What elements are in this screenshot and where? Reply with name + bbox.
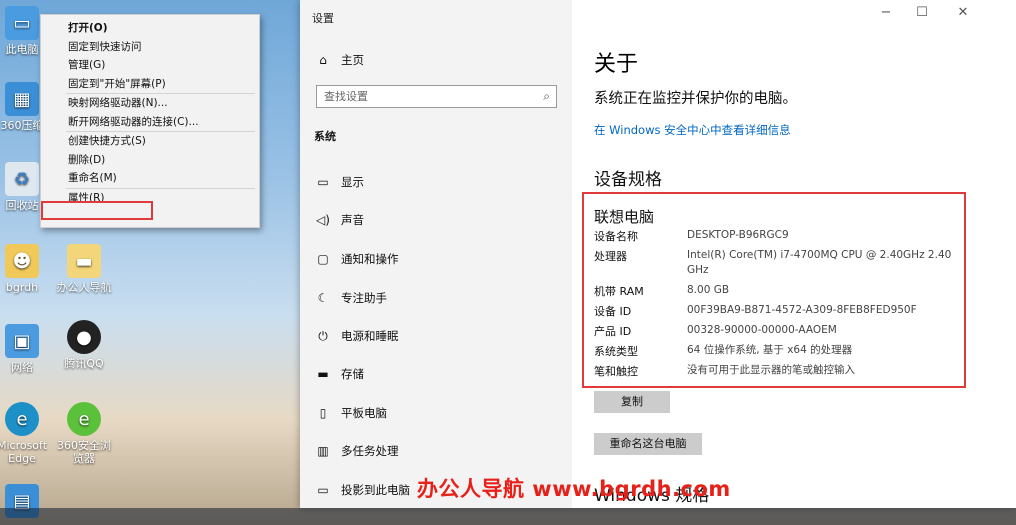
project-icon: ▭ <box>317 483 329 497</box>
tablet-icon: ▯ <box>319 406 327 420</box>
user-folder-icon: ☻ <box>5 244 39 278</box>
computer-icon: ▭ <box>5 6 39 40</box>
edge-icon: e <box>5 402 39 436</box>
nav-item-multitask[interactable]: ▥ 多任务处理 <box>314 441 399 461</box>
browser-icon: e <box>67 402 101 436</box>
search-placeholder: 查找设置 <box>324 90 368 103</box>
multitask-icon: ▥ <box>317 444 329 458</box>
recycle-bin-icon: ♻ <box>5 162 39 196</box>
nav-home[interactable]: ⌂ 主页 <box>314 50 364 70</box>
nav-item-label: 通知和操作 <box>341 252 399 266</box>
nav-item-label: 声音 <box>341 213 364 227</box>
taskbar <box>0 508 1016 525</box>
nav-item-label: 存储 <box>341 367 364 381</box>
nav-section-label: 系统 <box>314 130 336 143</box>
archive-icon: ▦ <box>5 82 39 116</box>
settings-nav-pane: 设置 ⌂ 主页 查找设置 ⌕ 系统 ▭ 显示 ◁) 声音 ▢ 通知和操作 ☾ 专… <box>300 0 572 508</box>
copy-button[interactable]: 复制 <box>594 391 670 413</box>
nav-item-sound[interactable]: ◁) 声音 <box>314 210 364 230</box>
menu-item-create-shortcut[interactable]: 创建快捷方式(S) <box>41 132 259 151</box>
nav-item-label: 电源和睡眠 <box>341 329 399 343</box>
minimize-icon: − <box>880 5 892 20</box>
nav-home-label: 主页 <box>341 53 364 67</box>
menu-item-open[interactable]: 打开(O) <box>41 19 259 38</box>
desktop-icon-folder[interactable]: ▬ 办公人导航 <box>52 244 116 294</box>
security-center-link[interactable]: 在 Windows 安全中心中查看详细信息 <box>594 122 791 138</box>
window-title: 设置 <box>312 12 334 25</box>
nav-item-tablet[interactable]: ▯ 平板电脑 <box>314 403 387 423</box>
close-button[interactable]: ✕ <box>948 5 978 20</box>
maximize-icon: ☐ <box>916 5 928 20</box>
network-icon: ▣ <box>5 324 39 358</box>
nav-item-label: 专注助手 <box>341 291 387 305</box>
properties-highlight-box <box>41 201 153 220</box>
moon-icon: ☾ <box>317 291 329 305</box>
nav-item-notifications[interactable]: ▢ 通知和操作 <box>314 249 399 269</box>
menu-item-delete[interactable]: 删除(D) <box>41 151 259 170</box>
menu-item-map-drive[interactable]: 映射网络驱动器(N)... <box>41 94 259 113</box>
nav-item-label: 多任务处理 <box>341 444 399 458</box>
nav-item-power[interactable]: ⏻ 电源和睡眠 <box>314 326 399 346</box>
qq-icon: ● <box>67 320 101 354</box>
display-icon: ▭ <box>317 175 329 189</box>
home-icon: ⌂ <box>319 53 327 67</box>
power-icon: ⏻ <box>318 329 328 343</box>
menu-item-pin-quick-access[interactable]: 固定到快速访问 <box>41 38 259 57</box>
nav-item-storage[interactable]: ▬ 存储 <box>314 364 364 384</box>
page-title: 关于 <box>594 52 639 77</box>
nav-item-focus[interactable]: ☾ 专注助手 <box>314 288 387 308</box>
nav-item-label: 投影到此电脑 <box>341 483 410 497</box>
search-input[interactable]: 查找设置 ⌕ <box>316 85 557 108</box>
search-icon: ⌕ <box>543 89 550 103</box>
minimize-button[interactable]: − <box>871 5 901 20</box>
folder-icon: ▬ <box>67 244 101 278</box>
speaker-icon: ◁) <box>316 213 330 227</box>
security-status: 系统正在监控并保护你的电脑。 <box>594 91 797 107</box>
desktop-icon-qq[interactable]: ● 腾讯QQ <box>52 320 116 370</box>
desktop-icon-bgrdh[interactable]: ☻ bgrdh <box>0 244 54 294</box>
watermark-text: 办公人导航 www.bgrdh.com <box>417 477 731 501</box>
menu-item-disconnect-drive[interactable]: 断开网络驱动器的连接(C)... <box>41 113 259 132</box>
nav-item-display[interactable]: ▭ 显示 <box>314 172 364 192</box>
desktop-icon-edge[interactable]: e Microsoft Edge <box>0 402 54 465</box>
maximize-button[interactable]: ☐ <box>907 5 937 20</box>
desktop-icon-360browser[interactable]: e 360安全浏览器 <box>52 402 116 465</box>
device-spec-highlight-box <box>582 192 966 388</box>
nav-item-label: 平板电脑 <box>341 406 387 420</box>
device-spec-heading: 设备规格 <box>594 170 662 190</box>
rename-pc-button[interactable]: 重命名这台电脑 <box>594 433 702 455</box>
menu-item-pin-start[interactable]: 固定到"开始"屏幕(P) <box>41 75 259 94</box>
nav-item-project[interactable]: ▭ 投影到此电脑 <box>314 480 410 500</box>
nav-item-label: 显示 <box>341 175 364 189</box>
context-menu: 打开(O) 固定到快速访问 管理(G) 固定到"开始"屏幕(P) 映射网络驱动器… <box>40 14 260 228</box>
close-icon: ✕ <box>957 5 969 20</box>
notification-icon: ▢ <box>317 252 329 266</box>
menu-item-rename[interactable]: 重命名(M) <box>41 169 259 188</box>
menu-item-manage[interactable]: 管理(G) <box>41 56 259 75</box>
desktop-icon-network[interactable]: ▣ 网络 <box>0 324 54 374</box>
storage-icon: ▬ <box>317 367 329 381</box>
